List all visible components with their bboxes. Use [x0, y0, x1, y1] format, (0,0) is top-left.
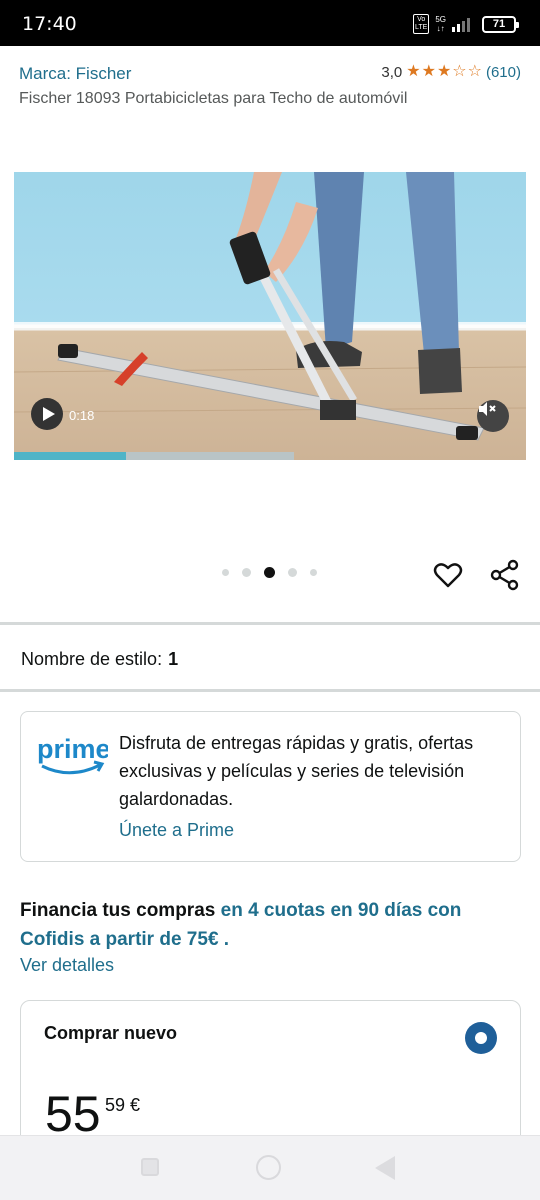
play-button[interactable]: [31, 398, 63, 430]
star-empty-icon: ☆: [467, 63, 482, 80]
rating[interactable]: 3,0 ★ ★ ★ ☆ ☆ (610): [381, 63, 521, 81]
home-button[interactable]: [256, 1155, 281, 1180]
buy-new-title: Comprar nuevo: [44, 1023, 178, 1043]
buy-new-radio[interactable]: [465, 1022, 497, 1054]
favorite-button[interactable]: [433, 560, 463, 590]
divider: [0, 689, 540, 692]
recent-apps-button[interactable]: [141, 1158, 159, 1176]
network-icon: 5G ↓↑: [435, 15, 446, 33]
rating-stars: ★ ★ ★ ☆ ☆: [406, 63, 482, 81]
volte-icon: Vo LTE: [413, 14, 430, 34]
rating-count[interactable]: (610): [486, 64, 521, 81]
rating-value: 3,0: [381, 63, 403, 81]
carousel-dot[interactable]: [288, 568, 297, 577]
brand-link[interactable]: Marca: Fischer: [19, 64, 131, 84]
back-button[interactable]: [375, 1156, 395, 1180]
financing-end: .: [223, 929, 230, 950]
carousel-dots: [222, 567, 317, 578]
prime-description: Disfruta de entregas rápidas y gratis, o…: [119, 733, 474, 809]
join-prime-link[interactable]: Únete a Prime: [119, 820, 234, 841]
carousel-dot[interactable]: [264, 567, 275, 578]
battery-icon: 71: [482, 15, 519, 33]
financing-text: Financia tus compras en 4 cuotas en 90 d…: [20, 896, 520, 954]
financing-bold: Financia tus compras: [20, 900, 216, 921]
heart-icon: [433, 563, 463, 588]
status-bar: 17:40 Vo LTE 5G ↓↑ 71: [0, 0, 540, 46]
signal-icon: [452, 16, 470, 32]
status-time: 17:40: [22, 13, 77, 35]
style-value: 1: [168, 649, 179, 669]
price-whole: 55: [45, 1086, 101, 1142]
prime-logo: prime: [37, 734, 108, 775]
product-video[interactable]: 0:18: [14, 172, 526, 460]
muted-speaker-icon: [479, 402, 496, 416]
product-title: Fischer 18093 Portabicicletas para Techo…: [19, 90, 408, 107]
mute-button[interactable]: [477, 400, 509, 432]
prime-promo-card: prime Disfruta de entregas rápidas y gra…: [20, 711, 521, 862]
style-label: Nombre de estilo:: [21, 649, 163, 669]
style-selector[interactable]: Nombre de estilo: 1: [21, 649, 178, 670]
see-details-link[interactable]: Ver detalles: [20, 955, 114, 976]
carousel-dot[interactable]: [242, 568, 251, 577]
star-filled-icon: ★: [406, 63, 421, 80]
video-progress-fill: [14, 452, 126, 460]
video-progress-track[interactable]: [14, 452, 294, 460]
carousel-dot[interactable]: [222, 569, 229, 576]
video-time: 0:18: [69, 408, 95, 423]
price-fraction: 59 €: [105, 1095, 141, 1115]
play-icon: [42, 407, 55, 421]
share-button[interactable]: [489, 559, 521, 591]
star-empty-icon: ☆: [452, 63, 467, 80]
divider: [0, 622, 540, 625]
star-filled-icon: ★: [436, 63, 452, 80]
carousel-dot[interactable]: [310, 569, 317, 576]
star-filled-icon: ★: [421, 63, 436, 80]
status-icons: Vo LTE 5G ↓↑ 71: [413, 14, 519, 34]
svg-text:prime: prime: [37, 734, 108, 764]
system-nav-bar: [0, 1135, 540, 1200]
share-icon: [490, 559, 519, 591]
